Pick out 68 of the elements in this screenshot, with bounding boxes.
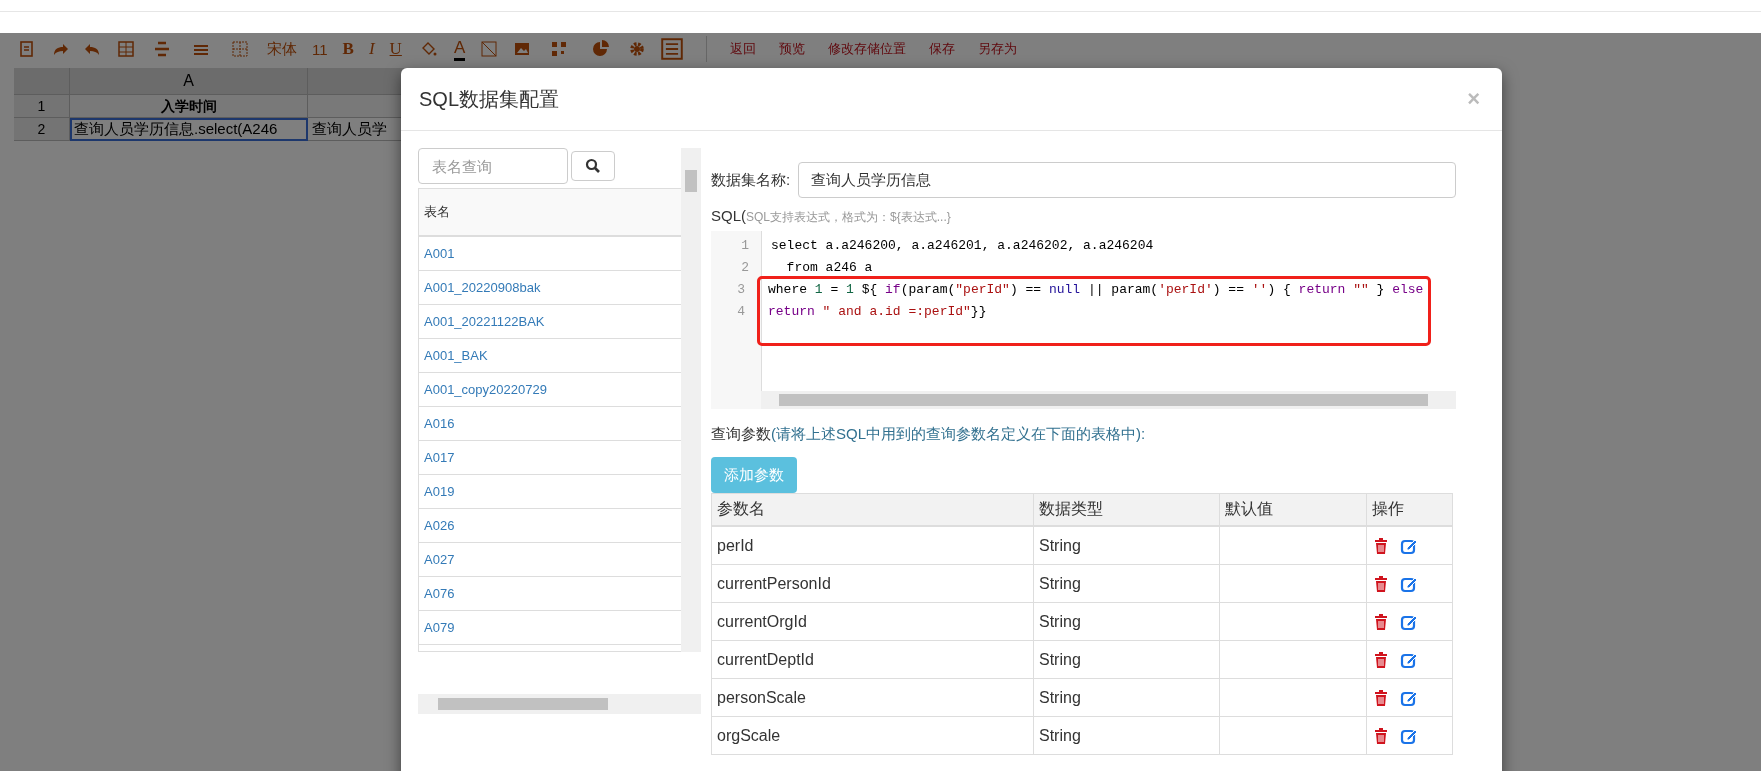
- horizontal-scrollbar[interactable]: [418, 693, 701, 714]
- table-cell: currentOrgId: [711, 602, 1034, 641]
- trash-icon[interactable]: [1372, 726, 1390, 745]
- toolbar-link[interactable]: 保存: [929, 40, 956, 58]
- font-size-select[interactable]: 11: [312, 40, 328, 58]
- corner-cell: [14, 68, 70, 95]
- toolbar-link[interactable]: 返回: [730, 40, 757, 58]
- toolbar-link[interactable]: 修改存储位置: [828, 40, 907, 58]
- field-label: 数据集名称:: [711, 170, 791, 190]
- table-cell: perId: [711, 526, 1034, 565]
- underline-button[interactable]: U: [389, 39, 402, 59]
- column-header: 数据类型: [1033, 493, 1220, 526]
- line-number: 4: [736, 303, 746, 321]
- trash-icon[interactable]: [1372, 612, 1390, 631]
- sql-label: SQL(: [711, 207, 746, 224]
- image-icon[interactable]: [513, 40, 532, 58]
- trash-icon[interactable]: [1372, 574, 1390, 593]
- font-color-button[interactable]: A: [453, 37, 466, 61]
- vertical-scrollbar[interactable]: [681, 148, 701, 652]
- column-header[interactable]: A: [70, 68, 308, 95]
- search-button[interactable]: [571, 151, 615, 181]
- dataset-name-field[interactable]: 查询人员学历信息: [798, 162, 1456, 198]
- section-label: 查询参数: [711, 425, 771, 444]
- clear-format-icon[interactable]: [480, 40, 499, 58]
- sheet-cell[interactable]: 入学时间: [70, 95, 308, 118]
- line-number: 1: [740, 237, 750, 255]
- table-cell: String: [1033, 564, 1220, 603]
- table-cell: String: [1033, 602, 1220, 641]
- sheet-cell[interactable]: 查询人员学历信息.select(A246: [70, 118, 308, 141]
- column-header: 操作: [1366, 493, 1453, 526]
- list-icon[interactable]: [661, 38, 684, 60]
- bold-button[interactable]: B: [342, 39, 354, 59]
- table-cell: String: [1033, 526, 1220, 565]
- horizontal-scrollbar[interactable]: [761, 391, 1456, 409]
- font-select[interactable]: 宋体: [267, 39, 297, 59]
- table-cell: currentPersonId: [711, 564, 1034, 603]
- table-cell: orgScale: [711, 716, 1034, 755]
- toolbar-link[interactable]: 预览: [779, 40, 806, 58]
- table-cell: personScale: [711, 678, 1034, 717]
- table-cell: currentDeptId: [711, 640, 1034, 679]
- code-line: return " and a.id =:perId"}}: [768, 303, 987, 321]
- italic-button[interactable]: I: [368, 39, 375, 59]
- code-editor[interactable]: 1 select a.a246200, a.a246201, a.a246202, a.a246204 2 from a246 a 3 4 where 1 = 1 ${ if(param("perId") == null || param('perId') == '') { return "" } else return " and a.id =:perId"}}: [711, 231, 1456, 409]
- section-hint: (请将上述SQL中用到的查询参数名定义在下面的表格中):: [771, 425, 1146, 444]
- document-icon[interactable]: [18, 40, 36, 58]
- line-number: 3: [736, 281, 746, 299]
- code-line: from a246 a: [785, 259, 873, 277]
- dialog-title: SQL数据集配置: [419, 86, 560, 112]
- sql-hint: SQL支持表达式，格式为：${表达式...}: [746, 210, 951, 224]
- trash-icon[interactable]: [1372, 650, 1390, 669]
- row-header[interactable]: 2: [14, 118, 70, 141]
- search-icon: [585, 158, 601, 174]
- toolbar-link[interactable]: 另存为: [978, 40, 1018, 58]
- code-line: select a.a246200, a.a246201, a.a246202, a.a246204: [771, 237, 1154, 255]
- trash-icon[interactable]: [1372, 536, 1390, 555]
- code-line: where 1 = 1 ${ if(param("perId") == null || param('perId') == '') { return "" } else: [768, 281, 1424, 299]
- column-header: 默认值: [1219, 493, 1367, 526]
- gear-icon[interactable]: [628, 40, 647, 58]
- search-field[interactable]: 表名查询: [418, 148, 568, 184]
- column-header: 参数名: [711, 493, 1034, 526]
- row-header[interactable]: 1: [14, 95, 70, 118]
- table-cell: String: [1033, 678, 1220, 717]
- table-cell: String: [1033, 716, 1220, 755]
- column-header: 表名: [419, 189, 681, 237]
- line-number: 2: [740, 259, 750, 277]
- trash-icon[interactable]: [1372, 688, 1390, 707]
- table-cell: String: [1033, 640, 1220, 679]
- table-icon[interactable]: [117, 40, 135, 58]
